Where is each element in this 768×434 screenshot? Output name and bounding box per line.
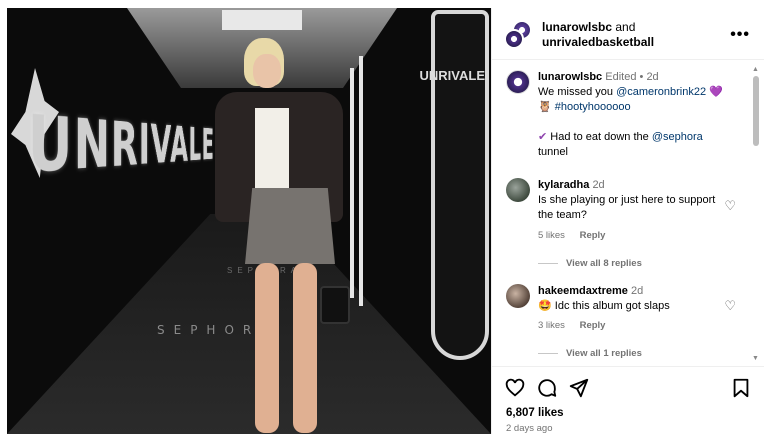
comment-username[interactable]: hakeemdaxtreme [538,285,628,297]
comment-meta: 5 likes Reply [538,230,617,241]
avatar[interactable] [504,29,524,49]
post-side-panel: lunarowlsbc and unrivaledbasketball ••• … [491,8,764,434]
bookmark-icon[interactable] [730,377,752,399]
header-account-1[interactable]: lunarowlsbc [542,20,612,34]
photo-person-top [255,108,289,194]
comment-likes[interactable]: 3 likes [538,320,565,331]
comment-like-icon[interactable]: ♡ [724,198,736,214]
caption-username[interactable]: lunarowlsbc [538,71,602,83]
caption-dot: • [639,71,644,83]
scrollbar-thumb[interactable] [753,76,759,146]
photo-shield-logo [431,10,489,360]
comment-text: Idc this album got slaps [554,300,670,312]
comment-likes[interactable]: 5 likes [538,230,565,241]
comment-username[interactable]: kylaradha [538,179,589,191]
scroll-down-icon[interactable]: ▼ [752,355,759,362]
photo-person-leg [255,263,279,433]
comment-meta: 3 likes Reply [538,320,617,331]
caption-mention[interactable]: @sephora [652,131,703,143]
caption-text: Had to eat down the [550,131,649,143]
photo-shield-text: UNRIVALE [419,68,485,83]
heart-icon[interactable] [504,377,526,399]
avatar[interactable] [506,70,530,94]
avatar[interactable] [506,178,530,202]
star-struck-emoji-icon: 🤩 [538,300,552,312]
share-icon[interactable] [568,377,590,399]
header-account-2[interactable]: unrivaledbasketball [542,35,654,49]
post-photo[interactable]: UNRIVALE UNRIVALE SEPHORA SEPHORA [7,8,491,434]
caption-time[interactable]: 2d [646,71,658,83]
photo-led-strip [350,68,354,298]
photo-person-bag [320,286,350,324]
photo-led-strip [359,56,363,306]
photo-wall-text: UNRIVALE [27,98,215,191]
check-emoji-icon: ✔ [538,131,548,143]
reply-button[interactable]: Reply [580,230,606,241]
heart-emoji-icon: 💜 [709,86,723,98]
view-replies-button[interactable]: View all 8 replies [538,258,642,269]
post-actions: 6,807 likes 2 days ago [492,366,764,434]
comment: kylaradha 2d Is she playing or just here… [538,178,718,223]
comment-time[interactable]: 2d [592,179,604,191]
caption-text: We missed you [538,86,613,98]
scroll-up-icon[interactable]: ▲ [752,66,759,73]
comment-icon[interactable] [536,377,558,399]
caption-mention[interactable]: @cameronbrink22 [616,86,706,98]
photo-person-skirt [245,188,335,264]
post-caption: lunarowlsbc Edited • 2d We missed you @c… [538,70,748,160]
comment-time[interactable]: 2d [631,285,643,297]
photo-person-leg [293,263,317,433]
collab-avatars[interactable] [504,20,534,50]
caption-hashtag[interactable]: #hootyhoooooo [555,101,631,113]
more-options-icon[interactable]: ••• [730,26,750,44]
comment-text: Is she playing or just here to support t… [538,194,716,221]
photo-person-face [253,54,281,88]
collab-names: lunarowlsbc and unrivaledbasketball [542,20,654,50]
post-header: lunarowlsbc and unrivaledbasketball ••• [492,8,764,60]
caption-text: tunnel [538,146,568,158]
owl-emoji-icon: 🦉 [538,101,552,113]
comment: hakeemdaxtreme 2d 🤩 Idc this album got s… [538,284,718,314]
comment-like-icon[interactable]: ♡ [724,298,736,314]
comments-scrollbar[interactable]: ▲ ▼ [752,66,759,362]
reply-button[interactable]: Reply [580,320,606,331]
caption-edited: Edited [605,71,637,83]
header-conjunction: and [615,20,636,34]
post-timestamp[interactable]: 2 days ago [506,423,552,434]
comments-section[interactable]: lunarowlsbc Edited • 2d We missed you @c… [492,62,764,362]
photo-ceiling-light [222,10,302,30]
avatar[interactable] [506,284,530,308]
view-replies-button[interactable]: View all 1 replies [538,348,642,359]
likes-count[interactable]: 6,807 likes [506,407,564,419]
